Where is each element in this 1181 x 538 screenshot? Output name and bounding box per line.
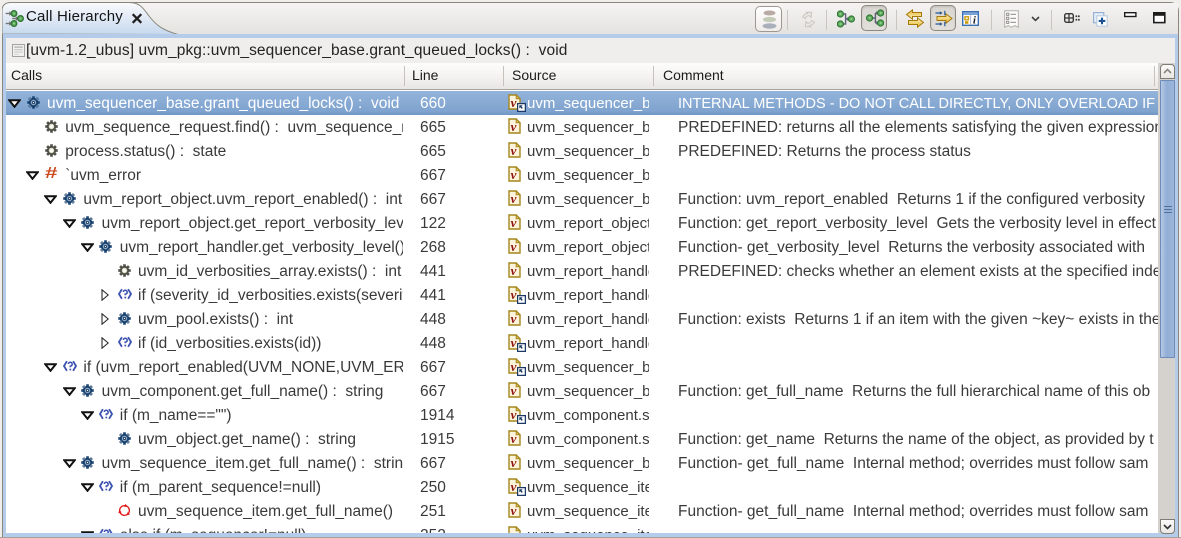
svg-text:v: v: [511, 215, 517, 230]
svg-text:v: v: [511, 359, 517, 374]
svg-text:v: v: [511, 95, 517, 110]
svg-text:v: v: [511, 167, 517, 182]
svg-text:v: v: [511, 431, 517, 446]
svg-text:v: v: [511, 263, 517, 278]
svg-text:v: v: [511, 479, 517, 494]
svg-text:v: v: [511, 191, 517, 206]
svg-text:v: v: [511, 455, 517, 470]
svg-text:v: v: [511, 119, 517, 134]
svg-text:v: v: [511, 287, 517, 302]
svg-text:v: v: [511, 335, 517, 350]
svg-text:v: v: [511, 311, 517, 326]
svg-text:v: v: [511, 503, 517, 518]
svg-text:v: v: [511, 383, 517, 398]
svg-text:v: v: [511, 143, 517, 158]
svg-text:v: v: [511, 407, 517, 422]
svg-text:v: v: [511, 239, 517, 254]
